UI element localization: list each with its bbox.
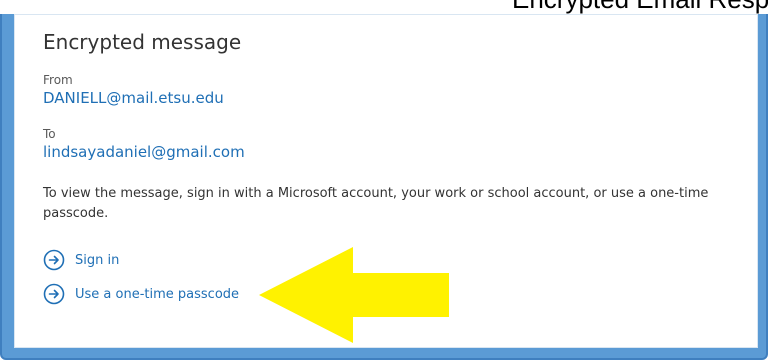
sign-in-button[interactable]: Sign in bbox=[43, 247, 119, 273]
arrow-right-circle-icon bbox=[43, 249, 65, 271]
yellow-arrow-icon bbox=[259, 247, 449, 343]
from-label: From bbox=[43, 73, 73, 87]
to-address-link[interactable]: lindsayadaniel@gmail.com bbox=[43, 143, 245, 161]
top-caption-fragment: Encrypted Email Response bbox=[512, 0, 768, 14]
to-label: To bbox=[43, 127, 56, 141]
top-caption-strip: Encrypted Email Response bbox=[0, 0, 768, 14]
use-one-time-passcode-button[interactable]: Use a one-time passcode bbox=[43, 281, 239, 307]
page-title: Encrypted message bbox=[43, 30, 242, 54]
one-time-passcode-label: Use a one-time passcode bbox=[75, 286, 240, 302]
from-address-link[interactable]: DANIELL@mail.etsu.edu bbox=[43, 89, 224, 107]
encrypted-message-panel: Encrypted message From DANIELL@mail.etsu… bbox=[14, 14, 758, 348]
arrow-right-circle-icon bbox=[43, 283, 65, 305]
sign-in-label: Sign in bbox=[75, 252, 120, 268]
sign-in-instructions: To view the message, sign in with a Micr… bbox=[43, 186, 709, 221]
